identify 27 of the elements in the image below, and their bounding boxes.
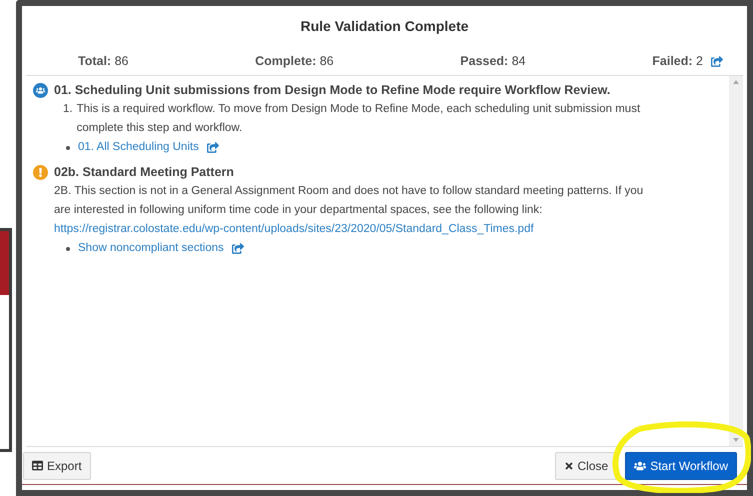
summary-stat: Failed: 2 (652, 52, 703, 70)
users-icon (634, 460, 646, 472)
users-icon (33, 83, 48, 98)
bullet-icon (66, 246, 70, 250)
summary-stat: Passed: 84 (460, 52, 526, 70)
close-icon (564, 460, 574, 470)
warning-icon (33, 165, 48, 180)
rule-title: 02b. Standard Meeting Pattern (54, 164, 234, 181)
list-number: 1. (63, 102, 73, 117)
summary-stat: Total: 86 (78, 52, 128, 70)
rule-description: 2B. This section is not in a General Assignment Room and does not have to follow standard meeting patterns. If you are interested in following uniform time code in your departmental spaces, see the following link: (54, 185, 644, 216)
share-icon[interactable] (711, 56, 723, 66)
share-icon[interactable] (232, 243, 244, 254)
summary-stat: Complete: 86 (255, 52, 334, 70)
share-icon[interactable] (206, 142, 219, 153)
document-link[interactable]: https://registrar.colostate.edu/wp-content/uploads/sites/23/2020/05/Standard_Class_Times.pdf (54, 223, 534, 235)
section-link[interactable]: 01. All Scheduling Units (78, 138, 199, 157)
section-link[interactable]: Show noncompliant sections (78, 239, 224, 258)
close-button[interactable]: Close (554, 452, 618, 480)
export-button[interactable]: Export (23, 452, 91, 480)
start-workflow-button[interactable]: Start Workflow (625, 452, 737, 480)
rule-title: 01. Scheduling Unit submissions from Design Mode to Refine Mode require Workflow Review. (54, 82, 610, 99)
rule-description: This is a required workflow. To move from Design Mode to Refine Mode, each scheduling unit submission must complete this step and workflow. (76, 102, 642, 136)
bullet-icon (66, 146, 70, 150)
scrollbar[interactable] (729, 76, 743, 446)
table-icon (32, 460, 43, 471)
dialog-title: Rule Validation Complete (299, 17, 470, 36)
